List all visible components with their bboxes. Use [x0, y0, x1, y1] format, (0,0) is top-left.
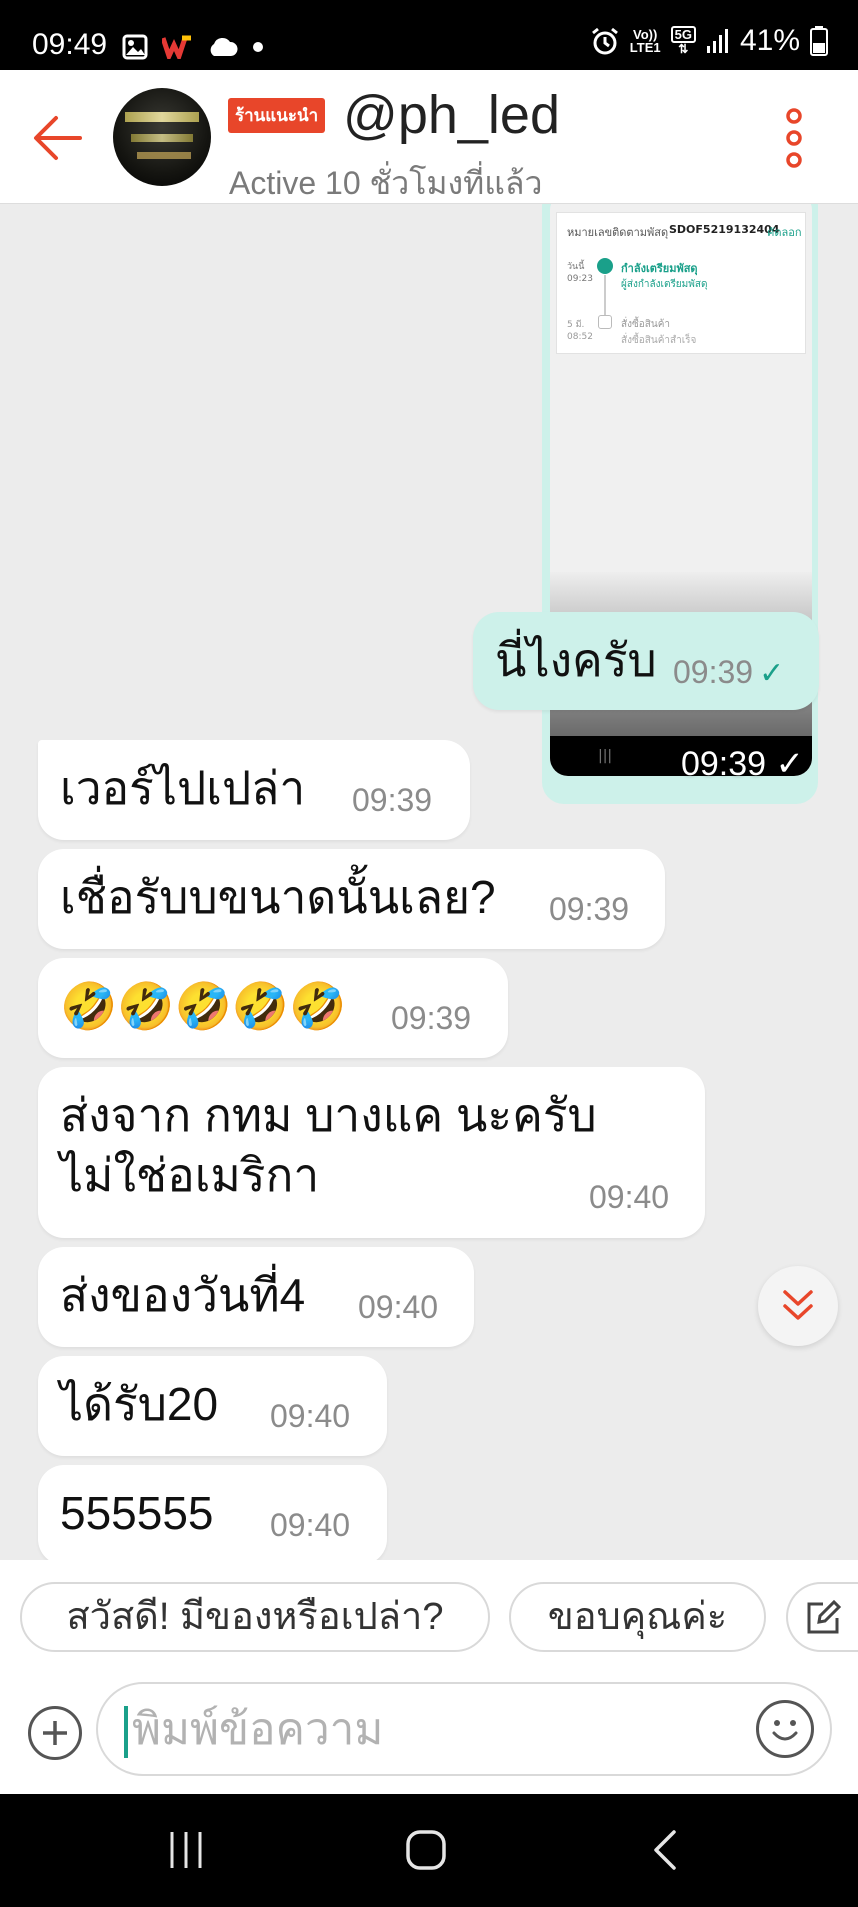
- incoming-message[interactable]: 🤣🤣🤣🤣🤣 09:39: [38, 958, 508, 1058]
- message-input[interactable]: [132, 1700, 732, 1760]
- quick-reply-chip[interactable]: ขอบคุณค่ะ: [509, 1582, 766, 1652]
- emoji-button[interactable]: [756, 1700, 814, 1758]
- incoming-message[interactable]: เชื่อรับบขนาดนั้นเลย? 09:39: [38, 849, 665, 949]
- back-icon[interactable]: [650, 1828, 680, 1872]
- incoming-message[interactable]: ส่งจาก กทม บางแค นะครับ ไม่ใช่อเมริกา 09…: [38, 1067, 705, 1238]
- message-time: 09:39 ✓: [680, 745, 804, 783]
- signal-icon: [706, 29, 728, 53]
- message-field[interactable]: [96, 1682, 832, 1776]
- quick-replies: สวัสดี! มีของหรือเปล่า? ขอบคุณค่ะ: [0, 1560, 858, 1670]
- read-check-icon: ✓: [759, 657, 785, 690]
- incoming-message[interactable]: เวอร์ไปเปล่า 09:39: [38, 740, 470, 840]
- notification-icons: [122, 32, 264, 62]
- image-message[interactable]: หมายเลขติดตามพัสดุ SDOF5219132404 คัดลอก…: [542, 204, 818, 804]
- shop-avatar[interactable]: [113, 88, 211, 186]
- double-chevron-down-icon: [783, 1290, 813, 1320]
- battery-percent: 41%: [739, 24, 800, 57]
- incoming-message[interactable]: ได้รับ20 09:40: [38, 1356, 387, 1456]
- edit-icon: [807, 1599, 842, 1634]
- more-options-icon[interactable]: [782, 108, 806, 168]
- alarm-icon: [591, 27, 618, 55]
- battery-icon: [810, 26, 828, 56]
- app-w-icon: [162, 35, 191, 59]
- status-time: 09:49: [32, 28, 108, 61]
- edit-quick-replies-button[interactable]: [786, 1582, 858, 1652]
- cloud-icon: [210, 37, 238, 56]
- status-right: Vo)) LTE1 5G ⇅ 41%: [590, 24, 828, 58]
- dot-icon: [253, 42, 263, 52]
- quick-reply-chip[interactable]: สวัสดี! มีของหรือเปล่า?: [20, 1582, 490, 1652]
- volte-label: Vo)) LTE1: [629, 27, 661, 55]
- shop-name[interactable]: @ph_led: [343, 84, 560, 146]
- text-cursor: [124, 1706, 128, 1758]
- network-type: 5G ⇅: [670, 26, 696, 56]
- outgoing-message[interactable]: นี่ไงครับ 09:39 ✓: [473, 612, 819, 710]
- recommended-shop-badge: ร้านแนะนำ: [228, 98, 326, 133]
- plus-icon: [43, 1721, 67, 1745]
- order-icon: [598, 315, 612, 329]
- active-status: Active 10 ชั่วโมงที่แล้ว: [229, 165, 543, 201]
- message-time: 09:39 ✓: [673, 654, 785, 690]
- incoming-message[interactable]: 555555 09:40: [38, 1465, 387, 1560]
- recent-apps-icon[interactable]: [166, 1830, 206, 1870]
- message-composer: [0, 1670, 858, 1794]
- status-bar: 09:49 Vo)) LTE1 5G ⇅ 41%: [0, 0, 858, 70]
- chat-header: ร้านแนะนำ @ph_led Active 10 ชั่วโมงที่แล…: [0, 70, 858, 204]
- chat-messages[interactable]: หมายเลขติดตามพัสดุ SDOF5219132404 คัดลอก…: [0, 204, 858, 1560]
- system-navigation-bar: [0, 1794, 858, 1907]
- incoming-message[interactable]: ส่งของวันที่4 09:40: [38, 1247, 474, 1347]
- back-arrow-icon[interactable]: [30, 110, 86, 166]
- status-dot-icon: [597, 258, 613, 274]
- add-attachment-button[interactable]: [28, 1706, 82, 1760]
- scroll-to-bottom-button[interactable]: [758, 1266, 838, 1346]
- tracking-card: หมายเลขติดตามพัสดุ SDOF5219132404 คัดลอก…: [556, 212, 806, 354]
- gallery-icon: [122, 34, 148, 60]
- home-icon[interactable]: [405, 1829, 447, 1871]
- smiley-icon: [772, 1720, 798, 1741]
